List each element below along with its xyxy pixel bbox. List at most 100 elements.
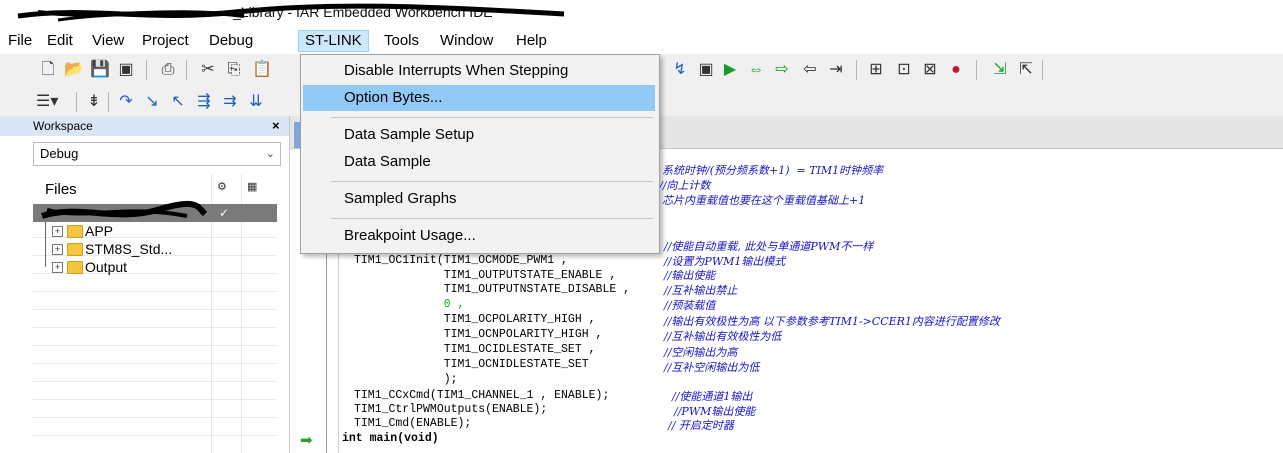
expand-icon[interactable]: + [52,262,63,273]
toolbar-separator [186,60,187,80]
code-line: TIM1_OC1Init(TIM1_OCMODE_PWM1 , [354,254,568,267]
step-out-icon[interactable]: ↖ [168,92,188,112]
save-all-icon[interactable]: ▣ [116,60,136,80]
menu-separator [331,117,653,118]
menu-item-label: Data Sample [344,153,431,170]
workspace-panel: Workspace × Debug ⌄ Files ⚙ ▦ ✓ + APP + … [0,116,290,453]
close-icon[interactable]: × [272,116,280,136]
expand-icon[interactable]: + [52,226,63,237]
code-line: TIM1_OCNIDLESTATE_SET [354,358,589,371]
print-icon[interactable]: ⎙ [158,60,178,80]
code-line: TIM1_Cmd(ENABLE); [354,417,472,430]
step-out-icon[interactable]: ⇦ [800,60,820,80]
instruction-step-icon[interactable]: ⇶ [194,92,214,112]
menu-item-data-sample[interactable]: Data Sample [303,149,655,175]
tree-item-app[interactable]: + APP [33,222,277,240]
folder-icon [67,225,83,238]
build-column-icon[interactable]: ▦ [247,180,257,193]
step-over-icon[interactable]: ↷ [116,92,136,112]
breakpoint-icon[interactable]: ● [946,60,966,80]
stop-debug-icon[interactable]: ⊠ [920,60,940,80]
menu-file[interactable]: File [2,31,38,51]
settings-column-icon[interactable]: ⚙ [217,180,227,193]
code-line: ); [354,373,458,386]
toolbar-separator [856,60,857,80]
folder-icon [67,243,83,256]
menu-item-sampled-graphs[interactable]: Sampled Graphs [303,186,655,212]
save-icon[interactable]: 💾 [90,60,110,80]
break-icon[interactable]: ▣ [696,60,716,80]
menu-item-data-sample-setup[interactable]: Data Sample Setup [303,122,655,148]
tree-item-label: APP [85,223,114,239]
toggle-breakpoint-icon[interactable]: ⊡ [894,60,914,80]
workspace-title: Workspace [33,119,93,133]
download-debug-icon[interactable]: ⇲ [990,60,1010,80]
configuration-value: Debug [40,146,79,161]
menu-item-disable-interrupts[interactable]: Disable Interrupts When Stepping [303,58,655,84]
project-row[interactable]: ✓ [33,200,277,222]
code-comment: 系统时钟/(预分频系数+1) = TIM1时钟频率 [662,164,884,177]
expand-icon[interactable]: + [52,244,63,255]
menu-item-label: Disable Interrupts When Stepping [344,62,569,79]
menu-help[interactable]: Help [510,31,553,51]
debug-without-download-icon[interactable]: ⇱ [1016,60,1036,80]
toolbar-options-icon[interactable]: ☰▾ [36,92,58,112]
auto-step-icon[interactable]: ⇊ [246,92,266,112]
step-over-icon[interactable]: ⇔ [746,60,766,80]
pin-icon[interactable]: ⇟ [84,92,104,112]
code-comment: //预装载值 [664,299,716,312]
menu-item-label: Sampled Graphs [344,190,457,207]
menu-item-option-bytes[interactable]: Option Bytes... [303,85,655,111]
new-file-icon[interactable]: 🗋 [38,60,58,80]
next-statement-icon[interactable]: ⇥ [826,60,846,80]
redaction-scribble [17,3,565,22]
menu-project[interactable]: Project [136,31,195,51]
toolbar-separator [76,92,77,112]
code-comment: //使能自动重载, 此处与单通道PWM不一样 [664,240,874,253]
menu-item-breakpoint-usage[interactable]: Breakpoint Usage... [303,223,655,249]
toolbar-separator [976,60,977,80]
code-comment: //输出有效极性为高 以下参数参考TIM1->CCER1内容进行配置修改 [664,315,1000,328]
menu-separator [331,218,653,219]
code-comment: //互补空闲输出为低 [664,361,760,374]
folder-icon [67,261,83,274]
open-folder-icon[interactable]: 📂 [64,60,84,80]
checkmark-icon: ✓ [219,206,230,220]
code-comment: //空闲输出为高 [664,346,738,359]
st-link-menu: Disable Interrupts When Stepping Option … [300,54,660,254]
step-into-icon[interactable]: ⇨ [772,60,792,80]
step-into-icon[interactable]: ↘ [142,92,162,112]
run-to-cursor-icon[interactable]: ⇉ [220,92,240,112]
menu-item-label: Breakpoint Usage... [344,227,476,244]
tree-item-label: Output [85,259,128,275]
code-line: TIM1_CtrlPWMOutputs(ENABLE); [354,403,548,416]
code-line: TIM1_OUTPUTSTATE_ENABLE , [354,269,617,282]
menu-item-label: Option Bytes... [344,89,443,106]
menu-view[interactable]: View [86,31,130,51]
code-comment: //互补输出禁止 [664,284,738,297]
configuration-select[interactable]: Debug ⌄ [33,142,281,166]
code-line: TIM1_CCxCmd(TIM1_CHANNEL_1 , ENABLE); [354,389,610,402]
menu-tools[interactable]: Tools [378,31,425,51]
menu-debug[interactable]: Debug [203,31,259,51]
cut-icon[interactable]: ✂ [198,60,218,80]
menu-item-label: Data Sample Setup [344,126,475,143]
tree-item-output[interactable]: + Output [33,258,277,276]
menu-bar: File Edit View Project Debug ST-LINK Too… [0,28,1283,54]
chevron-down-icon: ⌄ [265,148,275,160]
menu-window[interactable]: Window [434,31,499,51]
code-line-main: int main(void) [342,432,439,445]
code-comment: //使能通道1输出 [672,390,753,403]
tree-item-stm8s-std[interactable]: + STM8S_Std... [33,240,277,258]
menu-st-link[interactable]: ST-LINK [298,30,369,52]
go-icon[interactable]: ▶ [720,60,740,80]
code-comment: //互补输出有效极性为低 [664,330,782,343]
toolbar-separator [146,60,147,80]
tree-item-label: STM8S_Std... [85,241,173,257]
toolbar-separator [108,92,109,112]
reset-debug-icon[interactable]: ↯ [670,60,690,80]
run-to-cursor-icon[interactable]: ⊞ [866,60,886,80]
paste-icon[interactable]: 📋 [252,60,272,80]
menu-edit[interactable]: Edit [41,31,79,51]
copy-icon[interactable]: ⎘ [224,60,244,80]
